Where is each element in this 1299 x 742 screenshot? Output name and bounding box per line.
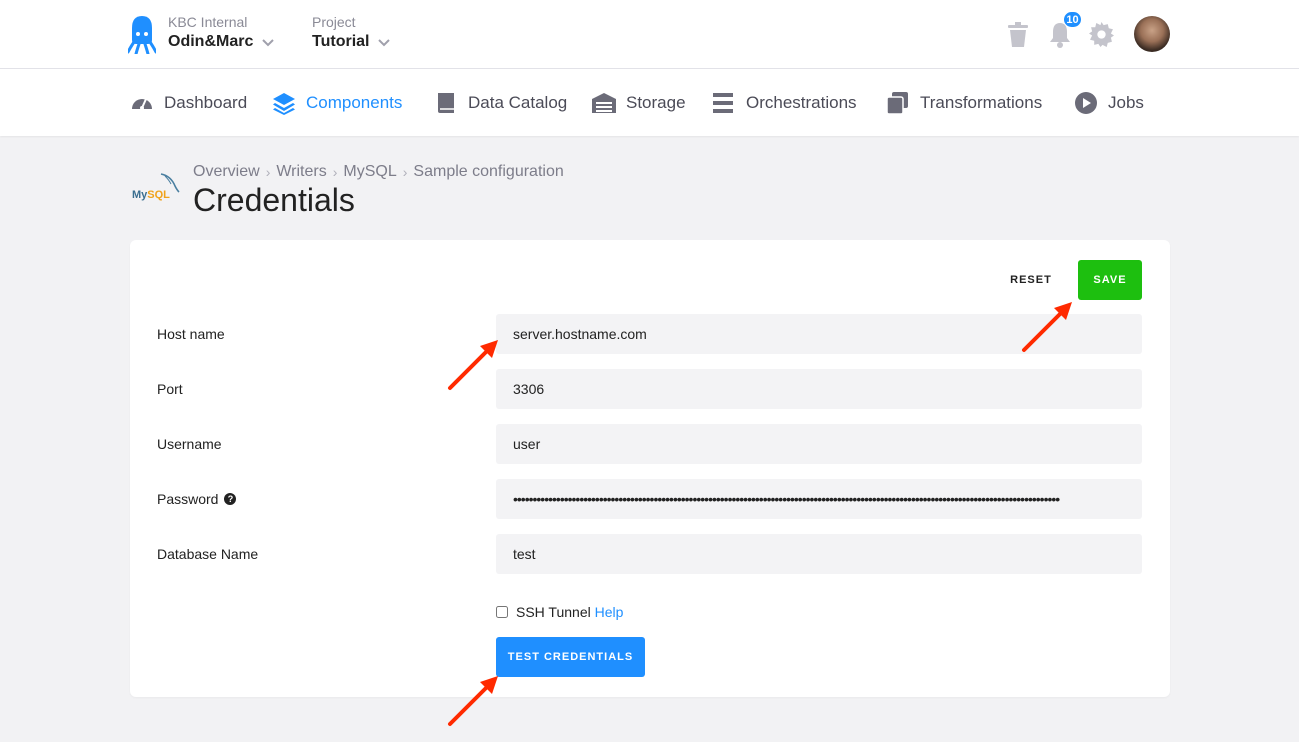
- nav-item-data-catalog[interactable]: Data Catalog: [434, 91, 567, 115]
- question-circle-icon[interactable]: ?: [224, 493, 237, 505]
- breadcrumb-overview[interactable]: Overview: [193, 163, 260, 181]
- gauge-icon: [132, 98, 152, 110]
- page-title: Credentials: [193, 182, 355, 218]
- project-switcher[interactable]: Project Tutorial: [312, 14, 391, 53]
- database-name-label: Database Name: [157, 546, 259, 562]
- play-circle-icon: [1075, 92, 1097, 114]
- nav-label: Components: [306, 93, 403, 112]
- chevron-down-icon: [262, 39, 275, 47]
- nav-item-storage[interactable]: Storage: [592, 91, 686, 115]
- username-label: Username: [157, 436, 222, 452]
- breadcrumb-configuration[interactable]: Sample configuration: [413, 163, 563, 181]
- ssh-tunnel-row: SSH Tunnel Help: [496, 604, 623, 620]
- nav-label: Storage: [626, 93, 686, 112]
- chevron-right-icon: ›: [265, 164, 271, 180]
- trash-icon[interactable]: [1006, 22, 1030, 48]
- user-avatar[interactable]: [1134, 16, 1170, 52]
- svg-text:MySQL: MySQL: [132, 189, 170, 201]
- warehouse-icon: [592, 93, 616, 113]
- nav-label: Transformations: [920, 93, 1043, 112]
- nav-item-dashboard[interactable]: Dashboard: [130, 91, 247, 115]
- chevron-right-icon: ›: [402, 164, 408, 180]
- organization-switcher[interactable]: KBC Internal Odin&Marc: [168, 14, 275, 53]
- nav-item-orchestrations[interactable]: Orchestrations: [712, 91, 857, 115]
- project-name: Tutorial: [312, 33, 370, 50]
- nav-label: Data Catalog: [468, 93, 568, 112]
- annotation-arrow-icon: [448, 340, 498, 390]
- ssh-tunnel-label: SSH Tunnel: [516, 604, 591, 620]
- nav-item-transformations[interactable]: Transformations: [886, 91, 1042, 115]
- username-input[interactable]: [496, 424, 1142, 464]
- notification-badge: 10: [1063, 11, 1082, 28]
- nav-label: Jobs: [1108, 93, 1144, 112]
- organization-name: Odin&Marc: [168, 33, 254, 50]
- layers-icon: [273, 93, 295, 115]
- test-credentials-button[interactable]: TEST CREDENTIALS: [496, 637, 645, 677]
- ssh-help-link[interactable]: Help: [595, 604, 624, 620]
- breadcrumb: Overview › Writers › MySQL › Sample conf…: [193, 163, 564, 181]
- chevron-down-icon: [378, 39, 391, 47]
- port-label: Port: [157, 381, 183, 397]
- credentials-card: [130, 240, 1170, 697]
- host-name-label: Host name: [157, 326, 225, 342]
- database-name-input[interactable]: [496, 534, 1142, 574]
- bars-icon: [713, 93, 733, 113]
- copy-icon: [886, 92, 908, 115]
- organization-label: KBC Internal: [168, 14, 248, 30]
- breadcrumb-writers[interactable]: Writers: [276, 163, 326, 181]
- nav-label: Dashboard: [164, 93, 248, 112]
- gear-icon[interactable]: [1089, 22, 1114, 47]
- mysql-logo-icon: MySQL: [132, 173, 180, 201]
- top-header: KBC Internal Odin&Marc Project Tutorial …: [0, 0, 1299, 69]
- book-icon: [438, 93, 454, 113]
- nav-item-components[interactable]: Components: [272, 91, 402, 115]
- password-input[interactable]: [496, 479, 1142, 519]
- nav-item-jobs[interactable]: Jobs: [1074, 91, 1144, 115]
- chevron-right-icon: ›: [332, 164, 338, 180]
- nav-label: Orchestrations: [746, 93, 857, 112]
- project-label: Project: [312, 14, 356, 30]
- main-navigation: Dashboard Components Data Catalog Storag…: [0, 69, 1299, 136]
- breadcrumb-mysql[interactable]: MySQL: [343, 163, 396, 181]
- annotation-arrow-icon: [448, 676, 498, 726]
- keboola-logo-icon[interactable]: [128, 14, 156, 54]
- port-input[interactable]: [496, 369, 1142, 409]
- password-label: Password ?: [157, 489, 237, 509]
- ssh-tunnel-checkbox[interactable]: [496, 606, 508, 618]
- reset-button[interactable]: RESET: [998, 260, 1064, 300]
- save-button[interactable]: SAVE: [1078, 260, 1142, 300]
- annotation-arrow-icon: [1022, 302, 1072, 352]
